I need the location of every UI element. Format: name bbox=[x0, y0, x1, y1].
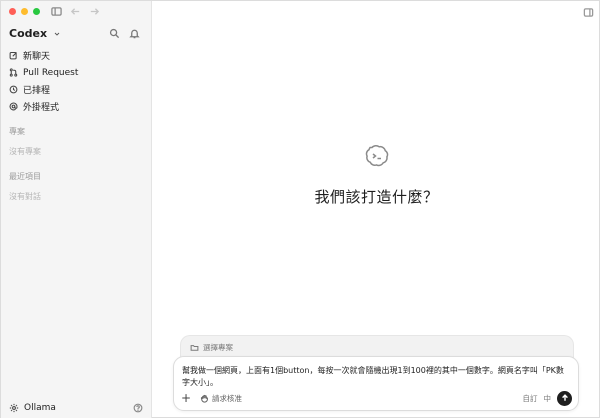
sidebar-item-label: 新聊天 bbox=[23, 52, 51, 62]
back-arrow-icon[interactable] bbox=[69, 5, 82, 18]
gear-icon[interactable] bbox=[9, 403, 19, 413]
empty-state: 我們該打造什麼？ bbox=[152, 142, 600, 207]
projects-empty-text: 沒有專案 bbox=[9, 147, 41, 156]
sidebar: Codex 新聊天 Pull Request 已排程 外掛程式 專案 沒有專案 … bbox=[1, 1, 152, 418]
edit-icon bbox=[9, 51, 18, 60]
sidebar-item-pull-request[interactable]: Pull Request bbox=[7, 64, 145, 81]
toolbar bbox=[50, 5, 101, 18]
composer-right-controls: 自訂 中 bbox=[523, 390, 572, 406]
page-title: 我們該打造什麼？ bbox=[314, 188, 439, 206]
permission-label: 請求核准 bbox=[212, 393, 242, 403]
add-attachment-button[interactable]: + bbox=[180, 392, 192, 404]
sidebar-footer: Ollama bbox=[9, 401, 143, 415]
at-icon bbox=[9, 102, 18, 111]
main-area: 我們該打造什麼？ 選擇專案 幫我做一個網頁，上面有1個button，每按一次就會… bbox=[152, 1, 600, 418]
project-selector-label: 選擇專案 bbox=[203, 343, 233, 352]
settings-account-label[interactable]: Ollama bbox=[24, 403, 56, 413]
chevron-down-icon[interactable] bbox=[50, 27, 63, 40]
window-controls bbox=[9, 8, 40, 15]
hand-icon bbox=[200, 394, 209, 403]
panel-toggle-icon[interactable] bbox=[582, 6, 595, 19]
prompt-input[interactable]: 幫我做一個網頁，上面有1個button，每按一次就會隨機出現1到100裡的其中一… bbox=[182, 365, 564, 389]
codex-logo-icon bbox=[363, 142, 391, 170]
brand-actions bbox=[108, 27, 141, 40]
search-icon[interactable] bbox=[108, 27, 121, 40]
maximize-window-button[interactable] bbox=[33, 8, 40, 15]
pull-request-icon bbox=[9, 68, 18, 77]
permission-selector[interactable]: 請求核准 bbox=[200, 393, 242, 404]
minimize-window-button[interactable] bbox=[21, 8, 28, 15]
brand-row: Codex bbox=[9, 27, 141, 40]
mode-selector[interactable]: 自訂 bbox=[523, 393, 538, 404]
recent-section-title: 最近項目 bbox=[9, 172, 41, 181]
sidebar-item-new-chat[interactable]: 新聊天 bbox=[7, 47, 145, 64]
app-window: Codex 新聊天 Pull Request 已排程 外掛程式 專案 沒有專案 … bbox=[0, 0, 600, 418]
language-indicator[interactable]: 中 bbox=[544, 393, 552, 404]
help-icon[interactable] bbox=[133, 403, 143, 413]
forward-arrow-icon[interactable] bbox=[88, 5, 101, 18]
close-window-button[interactable] bbox=[9, 8, 16, 15]
sidebar-item-label: 已排程 bbox=[23, 86, 51, 96]
clock-icon bbox=[9, 85, 18, 94]
bell-icon[interactable] bbox=[128, 27, 141, 40]
projects-section-title: 專案 bbox=[9, 127, 25, 136]
sidebar-nav: 新聊天 Pull Request 已排程 外掛程式 bbox=[7, 47, 145, 115]
composer: 幫我做一個網頁，上面有1個button，每按一次就會隨機出現1到100裡的其中一… bbox=[173, 356, 579, 411]
sidebar-item-scheduled[interactable]: 已排程 bbox=[7, 81, 145, 98]
arrow-up-icon bbox=[561, 394, 568, 401]
recent-empty-text: 沒有對話 bbox=[9, 192, 41, 201]
folder-icon bbox=[189, 342, 199, 352]
sidebar-item-label: Pull Request bbox=[23, 67, 79, 78]
sidebar-item-plugins[interactable]: 外掛程式 bbox=[7, 98, 145, 115]
send-button[interactable] bbox=[557, 390, 572, 406]
composer-toolbar: + 請求核准 自訂 中 bbox=[180, 390, 572, 406]
sidebar-toggle-icon[interactable] bbox=[50, 5, 63, 18]
app-title[interactable]: Codex bbox=[9, 27, 47, 40]
sidebar-item-label: 外掛程式 bbox=[23, 103, 60, 113]
